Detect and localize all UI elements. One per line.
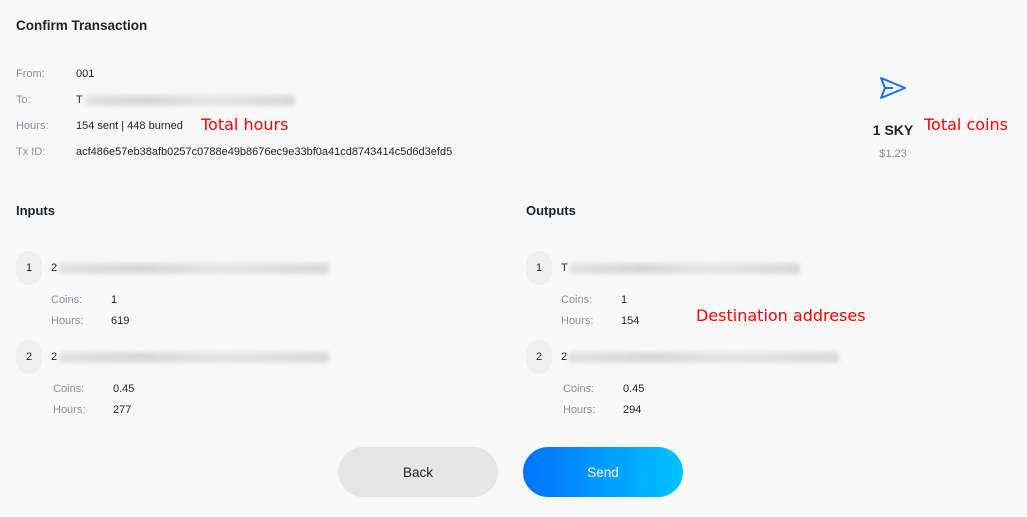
hours-label: Hours:: [563, 404, 596, 416]
hours-value: 154 sent | 448 burned: [76, 120, 183, 132]
input-number: 2: [16, 340, 42, 374]
page-title: Confirm Transaction: [16, 18, 148, 33]
output-hours-row: Hours: 154: [561, 315, 639, 327]
input-coins-row: Coins: 0.45: [53, 383, 134, 395]
to-address: T: [76, 94, 295, 106]
output-hours-row: Hours: 294: [563, 404, 641, 416]
hours-label: Hours:: [53, 404, 86, 416]
back-button[interactable]: Back: [338, 447, 498, 497]
coins-value: 1: [621, 294, 628, 306]
hours-label: Hours:: [51, 315, 84, 327]
inputs-title: Inputs: [16, 203, 55, 218]
hours-row: Hours: 154 sent | 448 burned: [16, 120, 183, 132]
total-amount: 1 SKY: [872, 122, 914, 138]
from-label: From:: [16, 68, 45, 80]
input-hours-row: Hours: 277: [53, 404, 131, 416]
annotation-total-coins: Total coins: [924, 115, 1008, 134]
txid-label: Tx ID:: [16, 146, 46, 158]
coins-value: 0.45: [623, 383, 645, 395]
hours-value: 154: [621, 315, 640, 327]
from-row: From: 001: [16, 68, 94, 80]
output-address: 2: [561, 351, 840, 363]
output-coins-row: Coins: 1: [561, 294, 627, 306]
input-coins-row: Coins: 1: [51, 294, 117, 306]
hours-value: 294: [623, 404, 642, 416]
coins-label: Coins:: [563, 383, 595, 395]
to-row: To: T: [16, 94, 295, 106]
annotation-destination-addresses: Destination addreses: [696, 306, 866, 325]
input-hours-row: Hours: 619: [51, 315, 129, 327]
output-number: 2: [526, 340, 552, 374]
hours-label: Hours:: [16, 120, 49, 132]
coins-value: 1: [111, 294, 118, 306]
output-coins-row: Coins: 0.45: [563, 383, 644, 395]
input-number: 1: [16, 251, 42, 285]
input-address: 2: [51, 351, 330, 363]
input-address: 2: [51, 262, 330, 274]
txid-value: acf486e57eb38afb0257c0788e49b8676ec9e33b…: [76, 146, 453, 158]
outputs-title: Outputs: [526, 203, 576, 218]
to-label: To:: [16, 94, 31, 106]
coins-label: Coins:: [51, 294, 83, 306]
coins-label: Coins:: [561, 294, 593, 306]
send-icon: [879, 76, 907, 105]
from-value: 001: [76, 68, 95, 80]
hours-value: 619: [111, 315, 130, 327]
output-address: T: [561, 262, 800, 274]
annotation-total-hours: Total hours: [201, 115, 289, 134]
send-button[interactable]: Send: [523, 447, 683, 497]
txid-row: Tx ID: acf486e57eb38afb0257c0788e49b8676…: [16, 146, 452, 158]
coins-label: Coins:: [53, 383, 85, 395]
hours-label: Hours:: [561, 315, 594, 327]
total-fiat: $1.23: [879, 148, 907, 160]
coins-value: 0.45: [113, 383, 135, 395]
output-number: 1: [526, 251, 552, 285]
hours-value: 277: [113, 404, 132, 416]
